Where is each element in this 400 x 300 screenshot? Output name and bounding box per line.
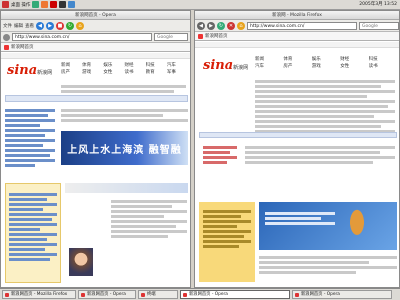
top-panel-label: 桌面 操作 [11, 2, 31, 8]
reload-icon[interactable]: ↻ [66, 21, 74, 30]
taskbar-item[interactable]: 新浪网首页 - Opera [78, 290, 136, 299]
sina-logo: sina新浪网 [203, 58, 249, 73]
opera-toolbar: 文件 编辑 查看 ◀ ▶ ■ ↻ ⌂ [1, 20, 190, 32]
window-title: 新浪网首页 - Opera [1, 11, 190, 20]
search-strip [199, 132, 397, 138]
nav-item[interactable]: 女性 [103, 69, 122, 75]
firefox-toolbar: ◀ ▶ ↻ ✕ ⌂ http://www.sina.com.cn/ Google [195, 20, 399, 32]
address-bar: http://www.sina.com.cn/ Google [1, 32, 190, 43]
tab-sina[interactable]: 新浪网首页 [1, 43, 190, 52]
url-input[interactable]: http://www.sina.com.cn/ [12, 33, 152, 41]
app-menu-icon[interactable] [2, 1, 9, 8]
taskbar-item[interactable]: 新浪网首页 - Mozilla Firefox [2, 290, 76, 299]
taskbar-item[interactable]: 终端 [138, 290, 178, 299]
site-nav: 新闻 体育 娱乐 财经 科技 汽车 房产 游戏 女性 读书 [255, 56, 395, 69]
search-strip [5, 95, 188, 102]
menu-edit[interactable]: 编辑 [14, 23, 23, 29]
top-links [245, 144, 395, 166]
nav-item[interactable]: 读书 [369, 63, 395, 69]
left-section-links [9, 191, 57, 263]
nav-item[interactable]: 汽车 [255, 63, 281, 69]
nav-item[interactable]: 财经 [124, 62, 143, 68]
home-icon[interactable]: ⌂ [76, 21, 84, 30]
back-icon[interactable]: ◀ [197, 21, 205, 30]
page-topstrip [195, 42, 399, 48]
nav-item[interactable]: 房产 [283, 63, 309, 69]
search-input[interactable]: Google [154, 33, 188, 41]
home-icon[interactable]: ⌂ [237, 21, 245, 30]
page-content: sina新浪网 新闻 体育 娱乐 财经 科技 汽车 房产 游戏 女性 读书 教育… [1, 53, 190, 287]
taskbar: 新浪网首页 - Mozilla Firefox 新浪网首页 - Opera 终端… [0, 288, 400, 300]
ad-banner[interactable]: 上风上水上海滨 融智融 [61, 131, 188, 165]
top-links [61, 107, 188, 124]
nav-item[interactable]: 游戏 [312, 63, 338, 69]
taskbar-item[interactable]: 新浪网首页 - Opera [292, 290, 392, 299]
back-icon[interactable]: ◀ [36, 21, 44, 30]
nav-item[interactable]: 体育 [82, 62, 101, 68]
nav-item[interactable]: 女性 [340, 63, 366, 69]
news-list [259, 254, 397, 276]
news-list [111, 198, 187, 240]
nav-item[interactable]: 教育 [146, 69, 165, 75]
menu-view[interactable]: 查看 [25, 23, 34, 29]
reload-icon[interactable]: ↻ [217, 21, 225, 30]
terminal-launcher-icon[interactable] [59, 1, 67, 8]
cartoon-mascot-icon [345, 208, 369, 244]
opera-window: 新浪网首页 - Opera 文件 编辑 查看 ◀ ▶ ■ ↻ ⌂ http://… [0, 10, 191, 288]
search-input[interactable]: Google [359, 21, 399, 30]
taskbar-item[interactable]: 新浪网首页 - Opera [180, 290, 290, 299]
promo-text [265, 210, 335, 227]
nav-item[interactable]: 娱乐 [312, 56, 338, 62]
stop-icon[interactable]: ■ [56, 21, 64, 30]
nav-item[interactable]: 读书 [124, 69, 143, 75]
person-photo[interactable] [69, 248, 93, 276]
nav-item[interactable]: 科技 [146, 62, 165, 68]
top-panel: 桌面 操作 2005年3月 13:52 [0, 0, 400, 10]
url-input[interactable]: http://www.sina.com.cn/ [247, 21, 357, 30]
section-header [65, 183, 188, 193]
opera-launcher-icon[interactable] [50, 1, 58, 8]
firefox-window: 新浪网 - Mozilla Firefox ◀ ▶ ↻ ✕ ⌂ http://w… [194, 10, 400, 288]
page-content: sina新浪网 新闻 体育 娱乐 财经 科技 汽车 房产 游戏 女性 读书 [195, 42, 399, 287]
launcher-icon[interactable] [32, 1, 40, 8]
nav-item[interactable]: 房产 [61, 69, 80, 75]
headline-list [5, 107, 55, 169]
tab-sina[interactable]: 新浪网首页 [195, 32, 399, 41]
sina-logo: sina新浪网 [7, 63, 53, 78]
nav-item[interactable]: 汽车 [167, 62, 186, 68]
firefox-launcher-icon[interactable] [41, 1, 49, 8]
forward-icon[interactable]: ▶ [46, 21, 54, 30]
page-icon [3, 33, 10, 41]
nav-item[interactable]: 娱乐 [103, 62, 122, 68]
editor-launcher-icon[interactable] [68, 1, 76, 8]
stop-icon[interactable]: ✕ [227, 21, 235, 30]
forward-icon[interactable]: ▶ [207, 21, 215, 30]
nav-item[interactable]: 游戏 [82, 69, 101, 75]
nav-item[interactable]: 体育 [283, 56, 309, 62]
menu-file[interactable]: 文件 [3, 23, 12, 29]
nav-item[interactable]: 新闻 [61, 62, 80, 68]
desktop-screen: 桌面 操作 2005年3月 13:52 新浪网首页 - Opera 文件 编辑 … [0, 0, 400, 300]
nav-item[interactable]: 科技 [369, 56, 395, 62]
site-nav: 新闻 体育 娱乐 财经 科技 汽车 房产 游戏 女性 读书 教育 军事 [61, 62, 186, 75]
headline-list [203, 144, 237, 166]
left-section-links [203, 208, 251, 250]
page-topstrip [1, 53, 190, 59]
nav-links-block [255, 78, 395, 135]
nav-item[interactable]: 新闻 [255, 56, 281, 62]
clock: 2005年3月 13:52 [359, 2, 397, 7]
nav-item[interactable]: 财经 [340, 56, 366, 62]
window-title: 新浪网 - Mozilla Firefox [195, 11, 399, 20]
nav-item[interactable]: 军事 [167, 69, 186, 75]
